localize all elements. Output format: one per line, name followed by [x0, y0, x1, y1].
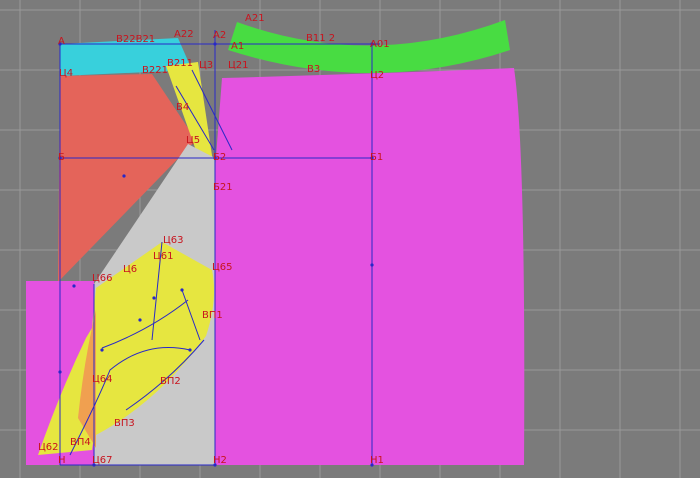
label-a1: А1 [231, 41, 244, 52]
label-n: Н [58, 455, 66, 466]
label-a21: А21 [245, 13, 265, 24]
label-u5: Ц5 [186, 135, 200, 146]
label-u66: Ц66 [92, 273, 113, 284]
label-u64: Ц64 [92, 374, 113, 385]
label-u2: Ц2 [370, 70, 384, 81]
label-b3: В3 [307, 64, 320, 75]
label-u4: Ц4 [59, 68, 73, 79]
label-vp1: ВП1 [202, 310, 223, 321]
label-vp2: ВП2 [160, 376, 181, 387]
label-u61: Ц61 [153, 251, 174, 262]
label-u65: Ц65 [212, 262, 233, 273]
label-a: А [58, 36, 65, 47]
magenta-back-piece[interactable] [215, 68, 525, 465]
label-b22b21: В22В21 [116, 34, 155, 45]
label-b221: В221 [142, 65, 168, 76]
label-u62: Ц62 [38, 442, 59, 453]
label-u21: Ц21 [228, 60, 249, 71]
label-u3: Ц3 [199, 60, 213, 71]
label-vp4: ВП4 [70, 437, 91, 448]
label-b: Б [58, 152, 65, 163]
label-b2: Б2 [213, 152, 226, 163]
green-waistband-piece[interactable] [228, 20, 510, 73]
label-a01: А01 [370, 39, 390, 50]
label-b1: Б1 [370, 152, 383, 163]
label-a2: А2 [213, 30, 226, 41]
label-n1: Н1 [370, 455, 384, 466]
label-n2: Н2 [213, 455, 227, 466]
label-u6: Ц6 [123, 264, 137, 275]
label-u63: Ц63 [163, 235, 184, 246]
label-a22: А22 [174, 29, 194, 40]
label-b4: В4 [176, 102, 189, 113]
label-b211: В211 [167, 58, 193, 69]
pattern-drafting-canvas[interactable]: А В22В21 А22 А2 А21 А1 В11 2 А01 В221 В2… [0, 0, 700, 478]
label-b11-2: В11 2 [306, 33, 335, 44]
label-b21: Б21 [213, 182, 233, 193]
label-u67: Ц67 [92, 455, 113, 466]
label-vp3: ВП3 [114, 418, 135, 429]
